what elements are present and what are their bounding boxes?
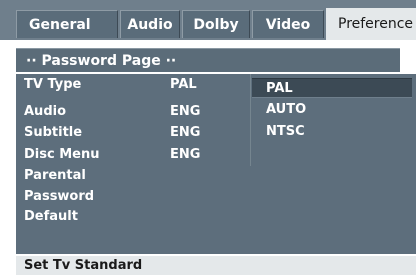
tab-bar: General Audio Dolby Video Preference	[0, 0, 416, 40]
status-bar: Set Tv Standard	[16, 256, 416, 275]
tab-dolby[interactable]: Dolby	[182, 10, 250, 38]
setting-label-subtitle[interactable]: Subtitle	[24, 125, 82, 140]
option-auto[interactable]: AUTO	[252, 100, 412, 120]
page-title: ·· Password Page ··	[16, 48, 400, 72]
setting-label-default[interactable]: Default	[24, 209, 78, 224]
setting-label-tv-type[interactable]: TV Type	[24, 77, 81, 92]
setting-value-audio: ENG	[170, 104, 201, 119]
setting-label-disc-menu[interactable]: Disc Menu	[24, 147, 99, 162]
setting-value-subtitle: ENG	[170, 125, 201, 140]
setting-label-parental[interactable]: Parental	[24, 168, 86, 183]
option-pal[interactable]: PAL	[252, 78, 412, 98]
setting-value-tv-type: PAL	[170, 77, 197, 92]
tab-video[interactable]: Video	[252, 10, 324, 38]
setting-label-password[interactable]: Password	[24, 189, 94, 204]
setting-value-disc-menu: ENG	[170, 147, 201, 162]
tv-type-options: PAL AUTO NTSC	[252, 76, 416, 164]
tab-general[interactable]: General	[16, 10, 118, 38]
options-divider	[250, 74, 251, 166]
setting-label-audio[interactable]: Audio	[24, 104, 66, 119]
dvd-setup-screen: General Audio Dolby Video Preference ·· …	[0, 0, 416, 275]
tab-audio[interactable]: Audio	[120, 10, 180, 38]
settings-panel: TV Type PAL Audio ENG Subtitle ENG Disc …	[16, 74, 416, 254]
tab-preference[interactable]: Preference	[326, 8, 416, 40]
option-ntsc[interactable]: NTSC	[252, 122, 412, 142]
